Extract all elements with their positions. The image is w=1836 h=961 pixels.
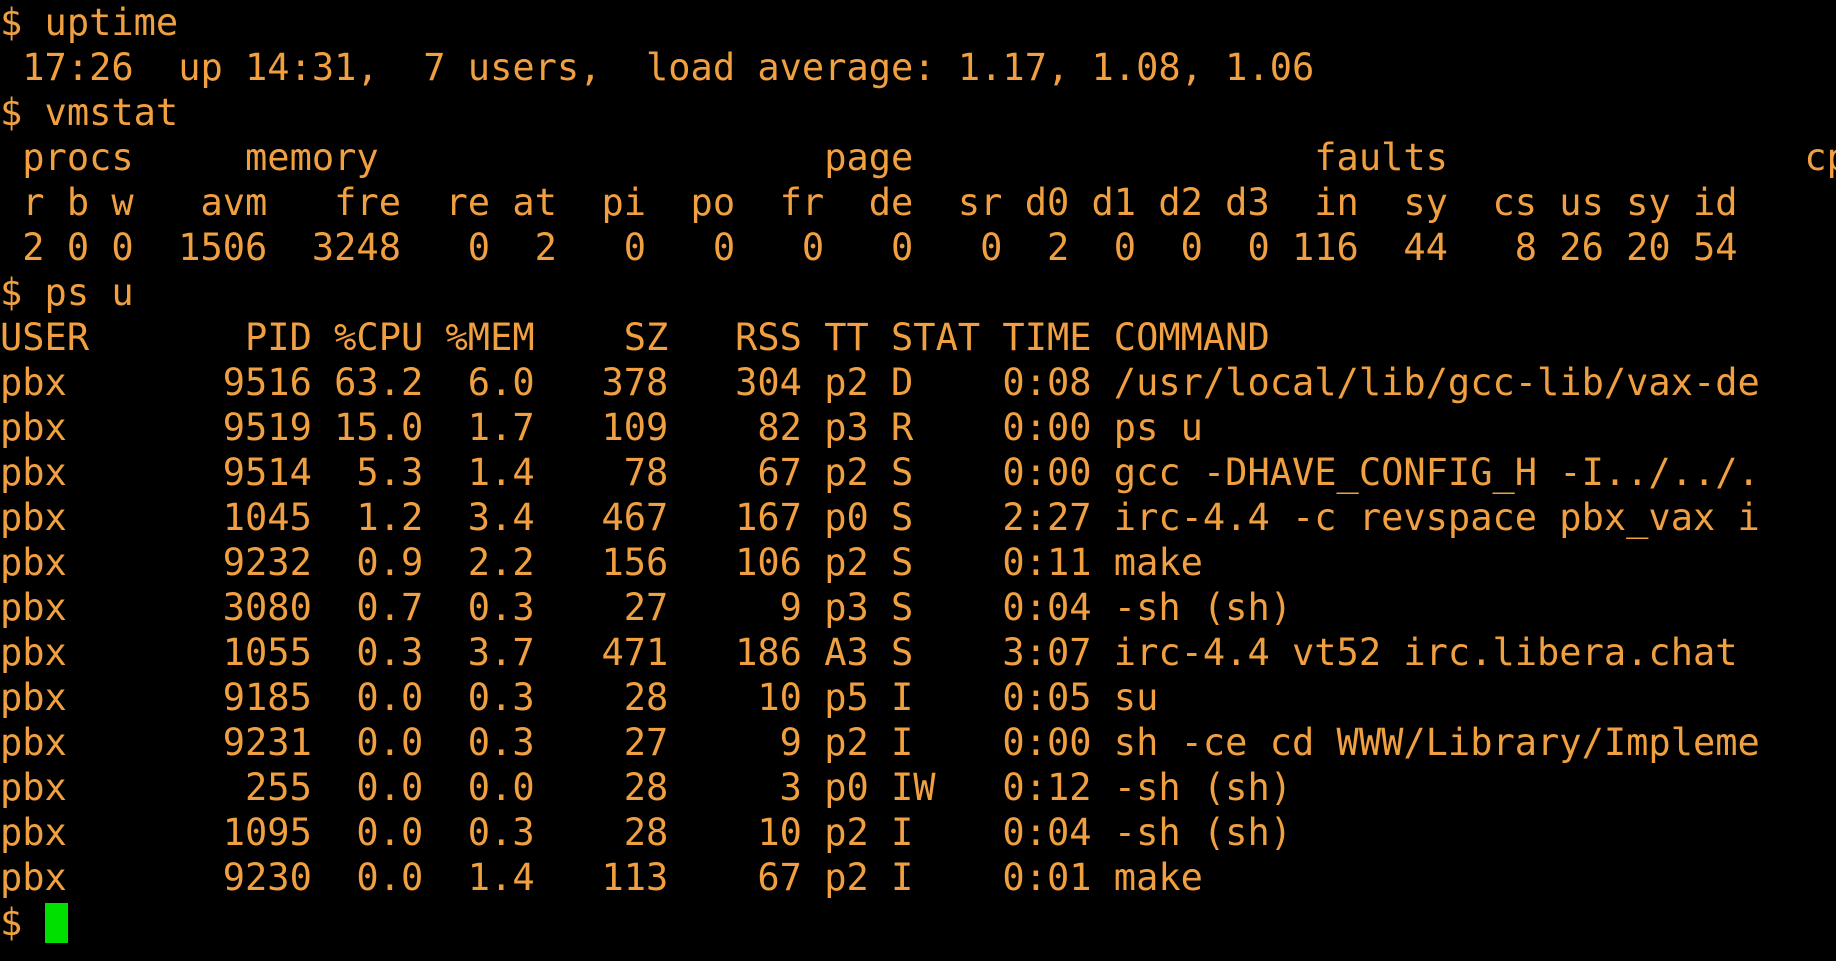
terminal-line: pbx 1055 0.3 3.7 471 186 A3 S 3:07 irc-4… (0, 631, 1738, 674)
terminal-line: pbx 9519 15.0 1.7 109 82 p3 R 0:00 ps u (0, 406, 1203, 449)
terminal-input-line[interactable]: $ (0, 900, 1836, 945)
terminal-output: $ uptime 17:26 up 14:31, 7 users, load a… (0, 0, 1836, 900)
terminal-line: pbx 9231 0.0 0.3 27 9 p2 I 0:00 sh -ce c… (0, 721, 1760, 764)
terminal-line: $ uptime (0, 1, 179, 44)
terminal-line: pbx 9232 0.9 2.2 156 106 p2 S 0:11 make (0, 541, 1203, 584)
terminal-line: pbx 9514 5.3 1.4 78 67 p2 S 0:00 gcc -DH… (0, 451, 1760, 494)
text-cursor (45, 902, 69, 943)
terminal-line: $ ps u (0, 271, 134, 314)
shell-prompt: $ (0, 901, 23, 944)
terminal-line: pbx 1045 1.2 3.4 467 167 p0 S 2:27 irc-4… (0, 496, 1760, 539)
terminal-line: pbx 9185 0.0 0.3 28 10 p5 I 0:05 su (0, 676, 1159, 719)
terminal-line: pbx 3080 0.7 0.3 27 9 p3 S 0:04 -sh (sh) (0, 586, 1293, 629)
terminal-line: 2 0 0 1506 3248 0 2 0 0 0 0 0 2 0 0 0 11… (0, 226, 1738, 269)
terminal-line: procs memory page faults cpu (0, 136, 1836, 179)
terminal-line: pbx 9516 63.2 6.0 378 304 p2 D 0:08 /usr… (0, 361, 1760, 404)
terminal-line: USER PID %CPU %MEM SZ RSS TT STAT TIME C… (0, 316, 1270, 359)
terminal-line: pbx 255 0.0 0.0 28 3 p0 IW 0:12 -sh (sh) (0, 766, 1293, 809)
terminal-line: r b w avm fre re at pi po fr de sr d0 d1… (0, 181, 1738, 224)
terminal-line: pbx 1095 0.0 0.3 28 10 p2 I 0:04 -sh (sh… (0, 811, 1293, 854)
terminal-window[interactable]: $ uptime 17:26 up 14:31, 7 users, load a… (0, 0, 1836, 961)
terminal-line: $ vmstat (0, 91, 179, 134)
terminal-line: pbx 9230 0.0 1.4 113 67 p2 I 0:01 make (0, 856, 1203, 899)
terminal-line: 17:26 up 14:31, 7 users, load average: 1… (0, 46, 1315, 89)
